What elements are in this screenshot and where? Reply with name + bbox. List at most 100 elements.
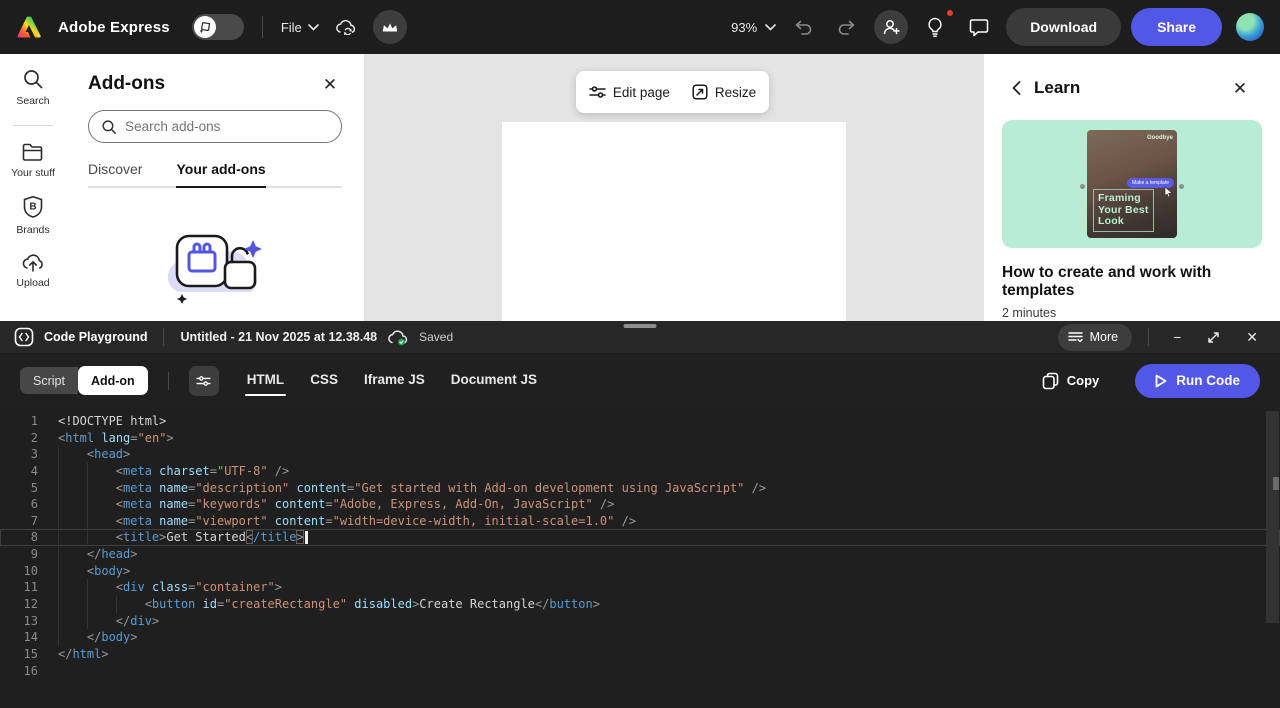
tab-css[interactable]: CSS xyxy=(304,354,344,407)
tab-your-add-ons[interactable]: Your add-ons xyxy=(176,161,265,188)
chevron-left-icon xyxy=(1012,81,1021,95)
chevron-down-icon xyxy=(765,24,776,31)
share-button[interactable]: Share xyxy=(1131,8,1222,46)
addons-close-button[interactable]: ✕ xyxy=(318,72,342,96)
download-button[interactable]: Download xyxy=(1006,8,1121,46)
code-playground-icon xyxy=(14,327,34,347)
chat-bubble-icon xyxy=(969,18,989,37)
resize-icon xyxy=(692,84,708,100)
chevron-down-icon xyxy=(308,24,319,31)
person-add-icon xyxy=(882,18,901,36)
addons-panel-title: Add-ons xyxy=(88,73,165,95)
sidebar-item-your-stuff[interactable]: Your stuff xyxy=(11,142,55,179)
zoom-control[interactable]: 93% xyxy=(731,20,776,35)
upload-cloud-icon xyxy=(21,252,45,272)
addons-search-input[interactable] xyxy=(125,119,329,134)
learn-card-duration: 2 minutes xyxy=(1002,306,1262,320)
document-title[interactable]: Untitled - 21 Nov 2025 at 12.38.48 xyxy=(180,330,377,344)
document-page[interactable] xyxy=(502,122,846,321)
brand-shield-icon: B xyxy=(22,195,44,219)
copy-icon xyxy=(1042,372,1059,390)
learn-close-button[interactable]: ✕ xyxy=(1228,76,1252,100)
resize-button[interactable]: Resize xyxy=(692,84,756,100)
quick-actions-toggle[interactable] xyxy=(192,14,244,40)
cursor-icon xyxy=(1164,186,1173,197)
crown-icon xyxy=(381,20,399,34)
cloud-sync-icon[interactable] xyxy=(329,10,363,44)
thumbnail-title: Framing Your Best Look xyxy=(1093,189,1154,232)
save-status: Saved xyxy=(419,330,453,344)
redo-button[interactable] xyxy=(830,10,864,44)
undo-button[interactable] xyxy=(786,10,820,44)
lightbulb-icon xyxy=(927,17,943,38)
canvas-floating-toolbar: Edit page Resize xyxy=(576,71,769,113)
sliders-icon xyxy=(196,375,211,387)
adobe-express-logo[interactable] xyxy=(16,15,42,39)
mode-addon-button[interactable]: Add-on xyxy=(78,366,148,395)
left-sidebar: Search Your stuff B Brands Upload xyxy=(0,54,66,321)
resize-label: Resize xyxy=(715,85,756,100)
profile-avatar[interactable] xyxy=(1236,13,1264,41)
edit-page-label: Edit page xyxy=(613,85,670,100)
addons-lock-illustration-icon xyxy=(149,214,281,310)
svg-text:B: B xyxy=(29,202,36,213)
playground-title: Code Playground xyxy=(44,330,147,344)
run-code-label: Run Code xyxy=(1176,373,1240,388)
sidebar-item-label: Your stuff xyxy=(11,167,55,179)
sidebar-item-label: Search xyxy=(16,95,49,107)
comments-button[interactable] xyxy=(962,10,996,44)
tab-document-js[interactable]: Document JS xyxy=(445,354,543,407)
main-area: Search Your stuff B Brands Upload Add-on… xyxy=(0,54,1280,321)
run-code-button[interactable]: Run Code xyxy=(1135,364,1260,398)
video-thumbnail: Goodbye Make a template Framing Your Bes… xyxy=(1087,130,1177,238)
file-menu-label: File xyxy=(281,20,302,35)
divider xyxy=(13,125,53,126)
carousel-dot xyxy=(1179,184,1184,189)
learn-panel-title: Learn xyxy=(1034,78,1228,98)
expand-button[interactable] xyxy=(1199,331,1228,344)
premium-crown-button[interactable] xyxy=(373,10,407,44)
tab-iframe-js[interactable]: Iframe JS xyxy=(358,354,431,407)
file-menu[interactable]: File xyxy=(281,20,319,35)
edit-page-button[interactable]: Edit page xyxy=(589,85,670,100)
scrollbar-cursor-marker xyxy=(1273,477,1279,490)
search-icon xyxy=(22,68,44,90)
playground-close-button[interactable]: ✕ xyxy=(1238,329,1266,346)
sidebar-item-search[interactable]: Search xyxy=(16,68,49,107)
more-label: More xyxy=(1090,330,1118,344)
code-editor[interactable]: 1<!DOCTYPE html>2<html lang="en">3<head>… xyxy=(0,407,1280,707)
sidebar-item-brands[interactable]: B Brands xyxy=(16,195,49,236)
panel-drag-handle[interactable] xyxy=(624,324,657,328)
cloud-saved-icon xyxy=(387,329,409,346)
minimize-button[interactable]: − xyxy=(1165,329,1189,345)
carousel-dot xyxy=(1080,184,1085,189)
folder-icon xyxy=(21,142,45,162)
code-lines: 1<!DOCTYPE html>2<html lang="en">3<head>… xyxy=(0,413,1280,679)
editor-scrollbar[interactable] xyxy=(1266,411,1279,623)
add-collaborator-button[interactable] xyxy=(874,10,908,44)
tab-html[interactable]: HTML xyxy=(241,354,291,407)
play-icon xyxy=(1155,374,1167,388)
code-playground-panel: Code Playground Untitled - 21 Nov 2025 a… xyxy=(0,321,1280,708)
expand-icon xyxy=(1207,331,1220,344)
learn-panel: Learn ✕ Goodbye Make a template Framing … xyxy=(984,54,1280,321)
playground-settings-button[interactable] xyxy=(189,366,219,396)
mode-script-button[interactable]: Script xyxy=(20,367,78,394)
divider xyxy=(262,16,263,38)
learn-back-button[interactable] xyxy=(1012,81,1021,95)
addons-tabs: Discover Your add-ons xyxy=(88,161,342,188)
more-button[interactable]: More xyxy=(1058,324,1132,351)
divider xyxy=(168,372,169,390)
sidebar-item-label: Brands xyxy=(16,224,49,236)
notifications-button[interactable] xyxy=(918,10,952,44)
thumbnail-badge: Goodbye xyxy=(1147,135,1173,141)
copy-button[interactable]: Copy xyxy=(1042,372,1100,390)
notification-dot xyxy=(945,8,955,18)
addons-search-box[interactable] xyxy=(88,110,342,143)
sliders-icon xyxy=(589,85,606,99)
learn-video-card[interactable]: Goodbye Make a template Framing Your Bes… xyxy=(1002,120,1262,248)
tab-discover[interactable]: Discover xyxy=(88,161,142,188)
sidebar-item-upload[interactable]: Upload xyxy=(16,252,49,289)
top-bar: Adobe Express File 93% Download Share xyxy=(0,0,1280,54)
zoom-level: 93% xyxy=(731,20,757,35)
